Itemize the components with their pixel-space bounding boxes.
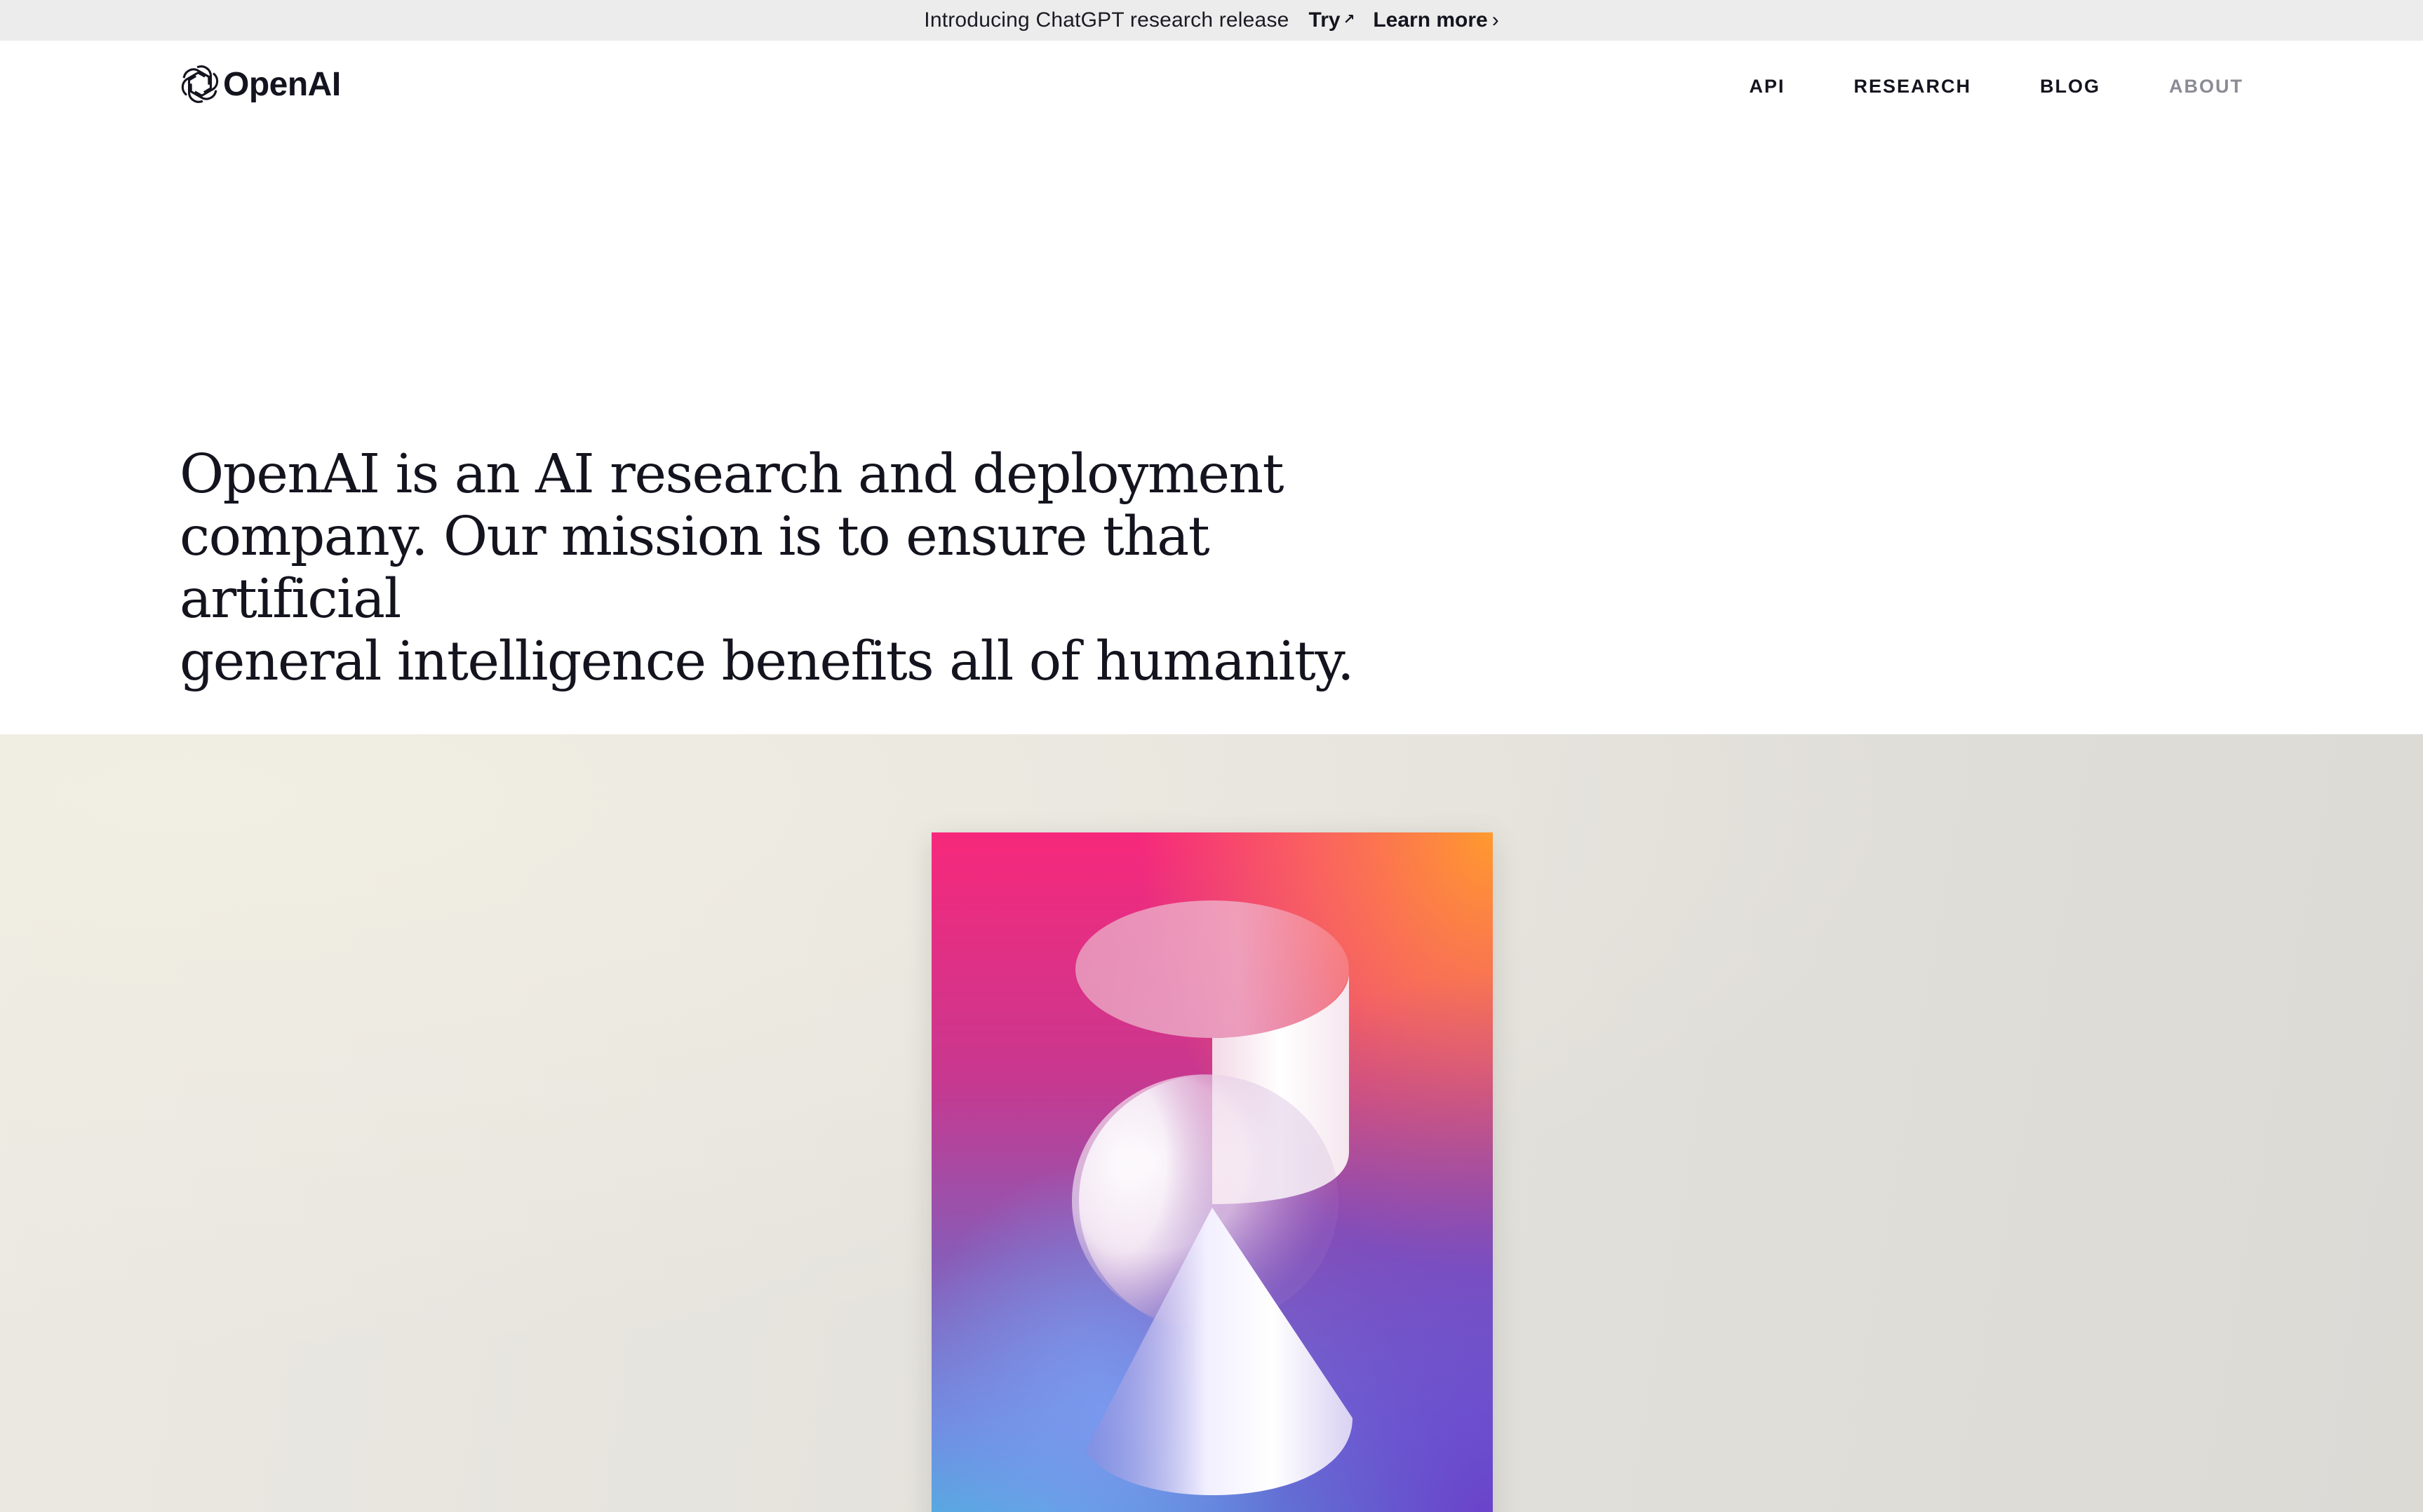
main-nav: API RESEARCH BLOG ABOUT (1680, 76, 2243, 97)
arrow-up-right-icon: ↗ (1343, 11, 1355, 27)
hero-statement: OpenAI is an AI research and deployment … (180, 443, 1372, 693)
openai-logo-icon (181, 65, 219, 103)
hero-art-section (0, 734, 2423, 1512)
abstract-shapes-illustration (932, 832, 1493, 1512)
hero-line-1: OpenAI is an AI research and deployment (180, 443, 1284, 506)
nav-item-api[interactable]: API (1749, 76, 1785, 97)
logo-link[interactable]: OpenAI (180, 62, 341, 107)
learn-more-link[interactable]: Learn more › (1373, 8, 1498, 32)
nav-item-research[interactable]: RESEARCH (1853, 76, 1971, 97)
chevron-right-icon: › (1491, 8, 1499, 32)
learn-more-label: Learn more (1373, 8, 1488, 32)
logo-text: OpenAI (223, 65, 341, 103)
announcement-text: Introducing ChatGPT research release (924, 8, 1289, 32)
nav-item-about[interactable]: ABOUT (2169, 76, 2243, 97)
hero-line-2: company. Our mission is to ensure that a… (180, 506, 1210, 630)
announcement-bar: Introducing ChatGPT research release Try… (0, 0, 2423, 41)
try-link-label: Try (1308, 8, 1341, 32)
site-header: OpenAI API RESEARCH BLOG ABOUT (0, 41, 2423, 133)
hero-line-3: general intelligence benefits all of hum… (180, 630, 1355, 693)
nav-item-blog[interactable]: BLOG (2040, 76, 2100, 97)
try-link[interactable]: Try ↗ (1309, 8, 1355, 32)
hero-artwork-image (932, 832, 1493, 1512)
